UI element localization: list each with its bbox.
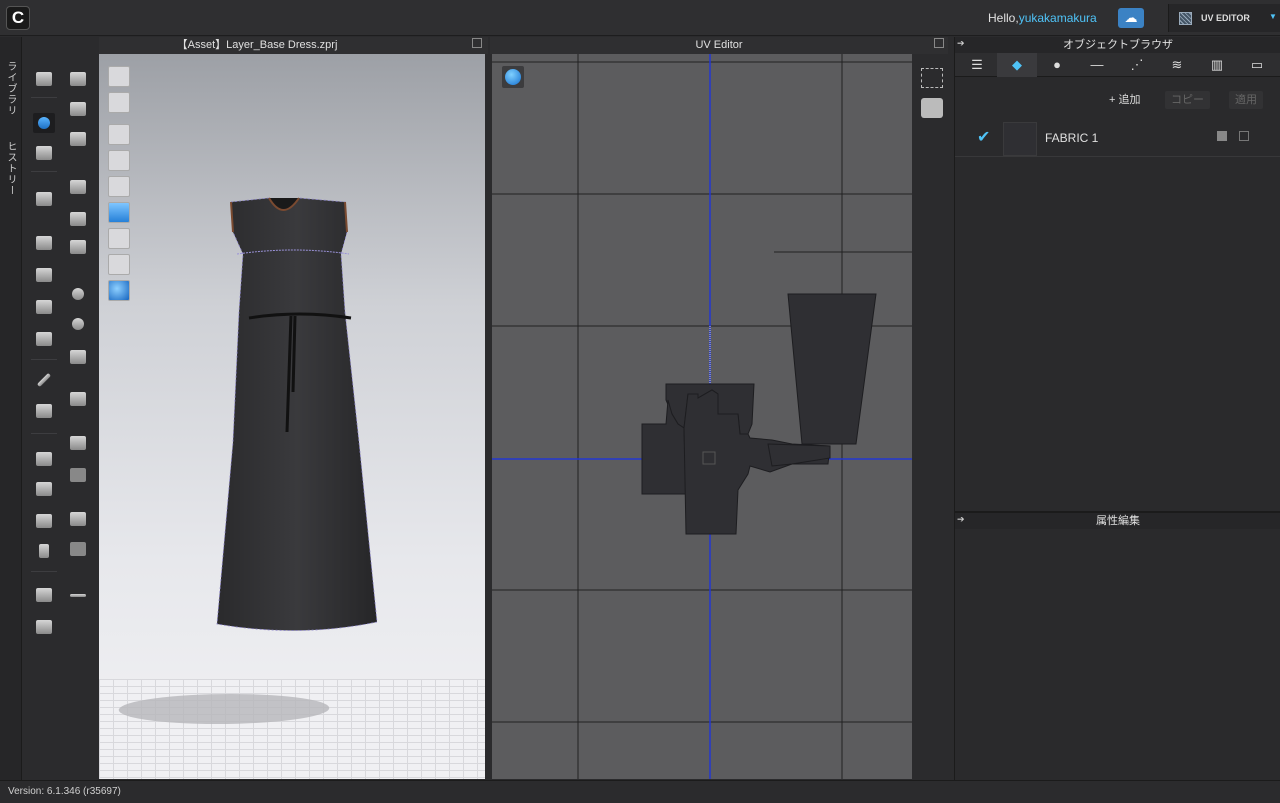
chevron-down-icon[interactable]: ▼ <box>1269 12 1277 21</box>
avatar-tool-icon[interactable] <box>33 189 55 209</box>
avatar-icon[interactable] <box>33 541 55 561</box>
floor-grid <box>99 679 485 779</box>
snapshot-camera-icon[interactable] <box>921 68 943 88</box>
arrangement-tool-icon[interactable] <box>33 233 55 253</box>
pop-out-icon[interactable] <box>934 38 944 48</box>
button-tool-icon[interactable] <box>67 315 89 335</box>
buttonhole-icon[interactable]: — <box>1077 53 1117 77</box>
list-item[interactable]: ✔ FABRIC 1 <box>955 119 1280 157</box>
lock-button-icon[interactable] <box>67 347 89 367</box>
view-toggle-icon[interactable] <box>108 66 130 87</box>
collapse-arrow-icon[interactable]: ➔ <box>957 38 965 49</box>
object-browser-tabs: ☰ ◆ ● — ⋰ ≋ ▥ ▭ <box>955 53 1280 77</box>
greeting-text: Hello, <box>988 11 1019 25</box>
merge-arrows-icon[interactable] <box>67 585 89 605</box>
camera-icon[interactable] <box>921 98 943 118</box>
fabric-name: FABRIC 1 <box>1045 131 1099 145</box>
panel-tool-icon[interactable] <box>67 433 89 453</box>
username[interactable]: yukakamakura <box>1019 11 1097 25</box>
app-logo-icon[interactable]: C <box>6 6 30 30</box>
user-greeting: Hello,yukakamakura <box>988 11 1097 25</box>
list-icon[interactable]: ☰ <box>957 53 997 77</box>
uv-side-toolbar <box>913 54 953 779</box>
apply-button[interactable]: 適用 <box>1229 91 1263 109</box>
avatar-view-icon[interactable] <box>108 176 130 197</box>
fabric-swatch <box>1003 122 1037 156</box>
cloud-sync-button[interactable]: ☁ <box>1118 8 1144 28</box>
fabric-tool-icon[interactable] <box>67 177 89 197</box>
texture-tool-icon[interactable] <box>33 329 55 349</box>
mode-selector[interactable]: UV EDITOR ▼ <box>1168 4 1280 32</box>
garment-icon[interactable] <box>33 479 55 499</box>
globe-icon[interactable] <box>108 280 130 301</box>
button-tool-icon[interactable] <box>67 285 89 305</box>
tape-tool-icon[interactable] <box>33 401 55 421</box>
uv-editor-title: UV Editor <box>490 37 948 54</box>
trim-icon[interactable]: ▭ <box>1237 53 1277 77</box>
mode-label: UV EDITOR <box>1201 13 1250 23</box>
simulation-tool-icon[interactable] <box>33 69 55 89</box>
tack-tool-icon[interactable] <box>33 297 55 317</box>
texture-view-icon[interactable] <box>108 202 130 223</box>
fabric-options-icon[interactable] <box>1239 131 1249 141</box>
view-toggle-icon[interactable] <box>108 92 130 113</box>
tab-history[interactable]: ヒストリー <box>3 141 18 196</box>
copy-button[interactable]: コピー <box>1165 91 1210 109</box>
avatar-view-icon[interactable] <box>108 150 130 171</box>
zipper-tool-icon[interactable] <box>67 389 89 409</box>
panel-tool-icon[interactable] <box>67 539 89 559</box>
viewport-3d[interactable] <box>99 54 485 779</box>
object-browser-title: オブジェクトブラウザ <box>955 37 1280 53</box>
puckering-icon[interactable]: ≋ <box>1157 53 1197 77</box>
button-icon[interactable]: ● <box>1037 53 1077 77</box>
fabric-preview-icon[interactable] <box>1217 131 1227 141</box>
garment-icon[interactable] <box>33 511 55 531</box>
property-editor-title: 属性編集 <box>955 513 1280 529</box>
uv-canvas[interactable] <box>492 54 912 779</box>
dress-model[interactable] <box>209 192 389 637</box>
pin-tool-icon[interactable] <box>33 143 55 163</box>
fold-tool-icon[interactable] <box>33 265 55 285</box>
panel-tool-icon[interactable] <box>67 465 89 485</box>
tool-palette <box>23 37 99 780</box>
uv-editor-icon <box>1179 12 1192 25</box>
fabric-tool-icon[interactable] <box>67 237 89 257</box>
side-tab-strip: ライブラリ ヒストリー <box>0 37 22 780</box>
move-tool-icon[interactable] <box>33 113 55 133</box>
right-panel: オブジェクトブラウザ ☰ ◆ ● — ⋰ ≋ ▥ ▭ + 追加 コピー 適用 ✔… <box>954 37 1280 780</box>
pop-out-icon[interactable] <box>472 38 482 48</box>
top-bar: C Hello,yukakamakura ☁ UV EDITOR ▼ <box>0 0 1280 36</box>
collapse-arrow-icon[interactable]: ➔ <box>957 514 965 525</box>
avatar-view-icon[interactable] <box>108 124 130 145</box>
garment-icon[interactable] <box>33 617 55 637</box>
garment-icon[interactable] <box>33 585 55 605</box>
fabric-tool-icon[interactable] <box>67 209 89 229</box>
status-bar: Version: 6.1.346 (r35697) <box>0 780 1280 802</box>
checkmark-icon[interactable]: ✔ <box>977 127 990 147</box>
graphic-icon[interactable]: ▥ <box>1197 53 1237 77</box>
measure-tool-icon[interactable] <box>33 449 55 469</box>
tab-library[interactable]: ライブラリ <box>3 61 18 116</box>
needle-tool-icon[interactable] <box>33 369 55 389</box>
edit-tool-icon[interactable] <box>67 129 89 149</box>
fabric-icon[interactable]: ◆ <box>997 53 1037 77</box>
add-button[interactable]: + 追加 <box>1103 91 1146 109</box>
shading-view-icon[interactable] <box>108 228 130 249</box>
edit-tool-icon[interactable] <box>67 99 89 119</box>
edit-tool-icon[interactable] <box>67 69 89 89</box>
panel-tool-icon[interactable] <box>67 509 89 529</box>
uv-pattern-pieces[interactable] <box>492 54 912 779</box>
avatar-view-icon[interactable] <box>108 254 130 275</box>
topstitch-icon[interactable]: ⋰ <box>1117 53 1157 77</box>
